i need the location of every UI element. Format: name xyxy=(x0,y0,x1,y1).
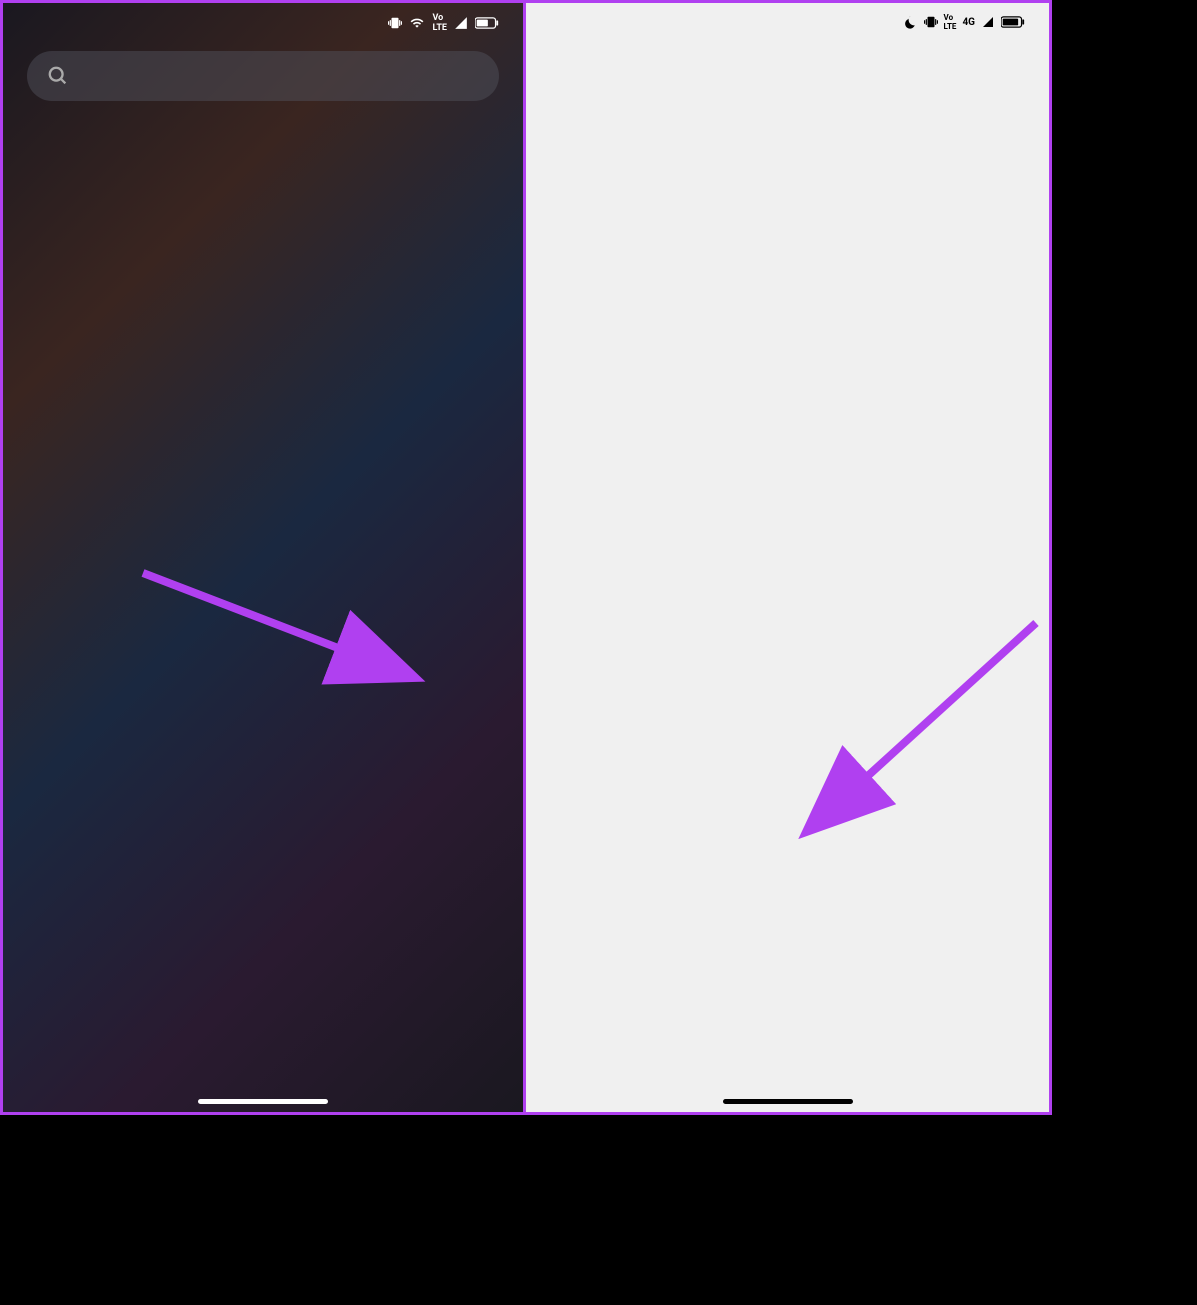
signal-icon xyxy=(981,16,995,28)
phone-app-drawer: VoLTE xyxy=(0,0,526,1115)
search-bar[interactable] xyxy=(27,51,499,101)
phone-settings: VoLTE 4G xyxy=(526,0,1052,1115)
status-icons: VoLTE xyxy=(388,13,499,33)
dnd-moon-icon xyxy=(902,14,918,30)
annotation-arrow-about xyxy=(796,613,1046,843)
page-title xyxy=(526,41,1049,73)
signal-icon xyxy=(453,16,469,30)
search-icon xyxy=(47,65,69,87)
battery-icon xyxy=(475,16,499,30)
status-bar: VoLTE xyxy=(3,3,523,43)
nav-bar-indicator xyxy=(723,1099,853,1104)
signal-4g-icon: 4G xyxy=(962,17,975,28)
status-icons: VoLTE 4G xyxy=(902,13,1025,31)
vibrate-icon xyxy=(924,15,938,29)
nav-bar-indicator xyxy=(198,1099,328,1104)
search-input[interactable] xyxy=(85,66,479,87)
vibrate-icon xyxy=(388,16,402,30)
volte-icon: VoLTE xyxy=(944,13,957,31)
wifi-icon xyxy=(408,16,426,30)
volte-icon: VoLTE xyxy=(432,13,447,33)
annotation-arrow-settings xyxy=(133,563,443,703)
app-grid xyxy=(3,109,523,117)
battery-icon xyxy=(1001,15,1025,29)
status-bar: VoLTE 4G xyxy=(526,3,1049,41)
